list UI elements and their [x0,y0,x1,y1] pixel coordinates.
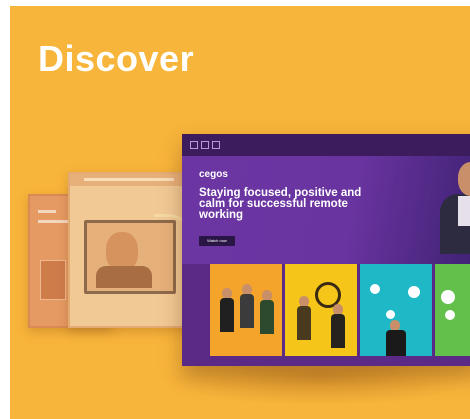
brand-logo: cegos [199,169,228,180]
figure-body [240,294,254,328]
figure-body [260,300,274,334]
course-card[interactable] [360,264,432,356]
bubble-icon [386,310,395,319]
figure-body [297,306,311,340]
home-icon [212,141,220,149]
figure-body [331,314,345,348]
page-title: Discover [38,38,195,79]
window-titlebar [182,134,470,156]
window-icon [201,141,209,149]
menu-icon [190,141,198,149]
promo-banner: Discover cegos Staying focused, positive… [10,6,470,419]
presenter-head [106,232,138,270]
front-window-preview: cegos Staying focused, positive and calm… [182,134,470,366]
hero-section: cegos Staying focused, positive and calm… [182,156,470,264]
bubble-icon [441,290,455,304]
figure-body [386,330,406,356]
middle-window-toolbar-text [84,178,174,181]
back-window-card [40,260,66,300]
back-window-text [38,220,68,223]
figure-body [220,298,234,332]
hero-title: Staying focused, positive and calm for s… [199,187,362,221]
course-card[interactable] [285,264,357,356]
presenter-head [458,162,470,196]
course-card[interactable] [435,264,470,356]
bubble-icon [408,286,420,298]
bubble-icon [445,310,455,320]
course-cards [182,264,470,366]
presenter-body [96,266,152,288]
presenter-shirt [458,196,470,226]
course-card[interactable] [210,264,282,356]
watch-button[interactable]: Watch now [199,236,235,246]
bubble-icon [370,284,380,294]
back-window-logo [38,210,56,213]
